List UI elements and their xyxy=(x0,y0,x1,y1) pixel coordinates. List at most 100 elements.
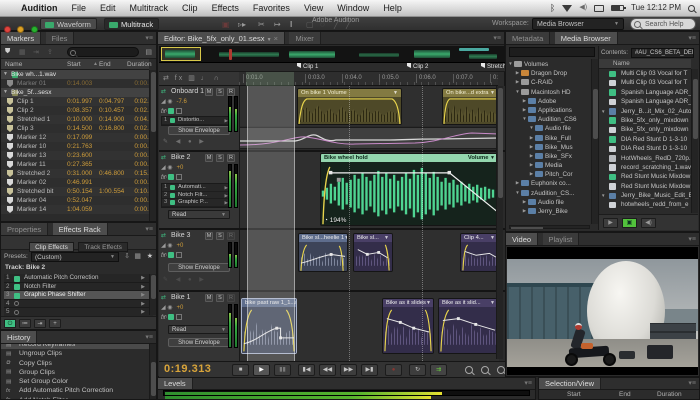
panel-menu-icon[interactable]: ▾≡ xyxy=(688,35,696,42)
audio-clip[interactable]: Clip 4...▼ xyxy=(460,233,499,272)
file-item[interactable]: record_scratching_1.wav xyxy=(599,163,691,172)
history-item[interactable]: fx Add Automatic Pitch Correction xyxy=(1,386,149,395)
tree-item[interactable]: ▶Pitch_Cor xyxy=(507,169,591,178)
zoom-out-icon[interactable] xyxy=(465,366,473,374)
headphone-icon[interactable]: ∩ xyxy=(163,108,167,114)
clip-menu-arrow[interactable]: ▼ xyxy=(393,89,398,97)
audio-clip[interactable]: Bike sl...heelie 1▼ xyxy=(298,233,348,272)
file-item[interactable]: Spanish Language ADR_I xyxy=(599,97,691,106)
marker-row[interactable]: Marker 11 0:27.365 0:00.00 xyxy=(1,160,149,169)
tab-properties[interactable]: Properties xyxy=(1,223,48,236)
track-fx-mini-list[interactable]: 1Automati...▶2Notch Filt...▶3Graphic P..… xyxy=(161,183,231,208)
history-item[interactable]: ⧉ Copy Clips xyxy=(1,359,149,368)
tree-hscrollbar[interactable] xyxy=(509,225,590,229)
mute-button[interactable]: M xyxy=(205,232,213,240)
menubar-clock[interactable]: Tue 12:12 PM xyxy=(631,0,681,16)
disclosure-arrow[interactable]: ▶ xyxy=(528,142,535,151)
slip-tool-icon[interactable]: ↦ xyxy=(274,20,281,29)
marker-row[interactable]: Marker 14 1:04.059 0:00.00 xyxy=(1,205,149,214)
transport-button[interactable]: ● xyxy=(385,364,402,376)
transport-button[interactable]: ■ xyxy=(232,364,249,376)
tree-item[interactable]: ▶Bike_Full xyxy=(507,133,591,142)
clip-stretch-badge[interactable]: ◔ 194% xyxy=(324,217,346,224)
rack-io-icon[interactable]: ⇥ xyxy=(34,319,46,328)
waveform-view-button[interactable]: Waveform xyxy=(40,18,97,30)
headphone-icon[interactable]: ∩ xyxy=(163,314,167,320)
disclosure-arrow[interactable]: ▼ xyxy=(514,87,521,96)
tree-item[interactable]: ▼zAudition_CS... xyxy=(507,188,591,197)
volume-value[interactable]: +0 xyxy=(177,165,184,171)
solo-button[interactable]: S xyxy=(216,294,224,302)
tab-video[interactable]: Video xyxy=(506,233,538,246)
strip-marker[interactable]: Clip 1 xyxy=(297,63,318,72)
effects-scrollbar[interactable] xyxy=(149,274,156,315)
pan-knob-icon[interactable]: ◢ ◉ xyxy=(161,99,173,105)
file-item[interactable]: DIA Red Stunt D 1-3-10 xyxy=(599,135,691,144)
history-item[interactable]: ▤ Ungroup Clips xyxy=(1,349,149,358)
disclosure-arrow[interactable]: ▶ xyxy=(528,151,535,160)
transport-button[interactable]: ▶▶ xyxy=(340,364,357,376)
contents-dropdown[interactable]: #AU_CS6_BETA_DEMO_... xyxy=(631,48,694,58)
audio-clip[interactable]: Bike as it slides▼ xyxy=(382,298,434,354)
tree-item[interactable]: ▶Jerry_Bike xyxy=(507,206,591,215)
disclosure-arrow[interactable]: ▼ xyxy=(521,114,528,123)
file-item[interactable]: Bike_5fx_only_mixdown xyxy=(599,116,691,125)
volume-icon[interactable]: ◀) xyxy=(579,0,587,16)
media-filter-input[interactable] xyxy=(509,47,595,57)
keyframe-nav-icons[interactable]: ✎ ◀ ● ▶ xyxy=(163,138,207,145)
merge-markers-icon[interactable]: ⇥ xyxy=(33,48,39,56)
headphone-icon[interactable]: ∩ xyxy=(163,252,167,258)
file-item[interactable]: Red Stunt Music Mixdow xyxy=(599,182,691,191)
track-fx-mini-list[interactable]: 1Distortio...▶ xyxy=(161,116,231,126)
solo-button[interactable]: S xyxy=(216,154,224,162)
tree-item[interactable]: ▶Media xyxy=(507,160,591,169)
headphone-icon[interactable]: ∩ xyxy=(163,174,167,180)
volume-value[interactable]: +0 xyxy=(177,243,184,249)
fx-power-icon[interactable] xyxy=(170,118,175,123)
transport-button[interactable]: ⇉ xyxy=(430,364,447,376)
lasso-tool-icon[interactable]: ◌ xyxy=(320,20,325,29)
arm-record-button[interactable]: R xyxy=(227,232,235,240)
marquee-tool-icon[interactable]: ▢ xyxy=(306,20,314,29)
minimize-window-button[interactable] xyxy=(17,26,24,33)
file-item[interactable]: ▼ Jerry_B...it_Mix_02_Auto_Spe xyxy=(599,107,691,116)
delete-preset-icon[interactable]: ▦ xyxy=(134,250,141,264)
strip-marker[interactable]: Clip 2 xyxy=(407,63,428,72)
effect-slot[interactable]: 4 ▶ xyxy=(4,300,153,309)
markers-search-input[interactable] xyxy=(67,47,139,57)
session-overview-strip[interactable] xyxy=(159,46,505,63)
tree-item[interactable]: ▶Bike_Mus xyxy=(507,142,591,151)
save-preset-icon[interactable]: ⇩ xyxy=(124,250,130,264)
solo-button[interactable]: S xyxy=(216,232,224,240)
tree-scrollbar[interactable] xyxy=(591,59,598,224)
tree-item[interactable]: ▶Audio file xyxy=(507,197,591,206)
tab-playlist[interactable]: Playlist xyxy=(543,233,580,246)
effect-power-icon[interactable] xyxy=(14,310,19,315)
tab-media-browser[interactable]: Media Browser xyxy=(555,32,618,45)
close-window-button[interactable] xyxy=(4,26,11,33)
clip-menu-arrow[interactable]: ▼ xyxy=(490,155,495,161)
solo-button[interactable]: S xyxy=(216,88,224,96)
clip-menu-arrow[interactable]: ▼ xyxy=(426,299,431,307)
tree-item[interactable]: ▶Bike_SFx xyxy=(507,151,591,160)
zoom-window-button[interactable] xyxy=(31,26,38,33)
marker-row[interactable]: Marker 02 0:46.991 0:00.00 xyxy=(1,178,149,187)
track-power-icon[interactable] xyxy=(168,252,174,258)
pan-knob-icon[interactable]: ◢ ◉ xyxy=(161,305,173,311)
mute-button[interactable]: M xyxy=(205,88,213,96)
history-item[interactable]: ▤ Set Group Color xyxy=(1,377,149,386)
transport-button[interactable]: ▮◀ xyxy=(298,364,315,376)
panel-menu-icon[interactable]: ▾≡ xyxy=(688,380,696,387)
marker-row[interactable]: Clip 1 0:01.997 0:04.797 0:02.80 xyxy=(1,97,149,106)
tab-mixer[interactable]: Mixer xyxy=(289,32,320,45)
clip-menu-arrow[interactable]: ▼ xyxy=(490,89,495,97)
tab-effects-rack[interactable]: Effects Rack xyxy=(53,223,108,236)
record-tool-icon[interactable]: ▣ xyxy=(222,20,230,29)
favorite-star-icon[interactable]: ★ xyxy=(147,250,153,264)
fx-power-icon[interactable] xyxy=(170,193,175,198)
disclosure-arrow[interactable]: ▼ xyxy=(3,70,11,79)
effect-power-icon[interactable] xyxy=(14,284,20,290)
export-markers-icon[interactable]: ⇪ xyxy=(47,48,53,56)
track-fx-item[interactable]: 3Graphic P...▶ xyxy=(162,199,230,207)
file-item[interactable]: Bike_5fx_only_mixdown xyxy=(599,125,691,134)
